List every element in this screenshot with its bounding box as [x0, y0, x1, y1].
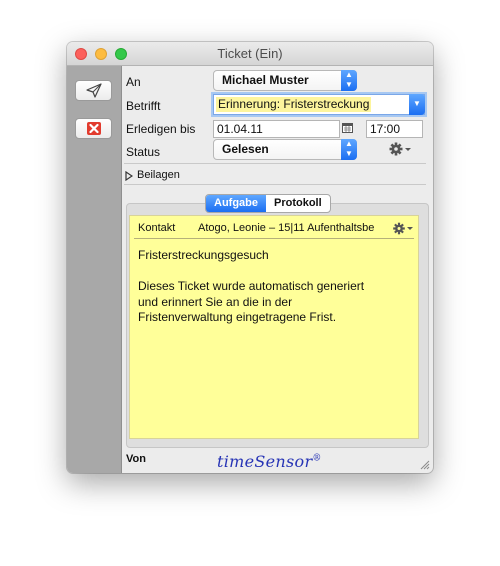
- tab-bar: Aufgabe Protokoll: [205, 194, 331, 213]
- time-field[interactable]: 17:00: [366, 120, 423, 138]
- betrifft-value[interactable]: Erinnerung: Fristerstreckung: [216, 97, 372, 112]
- betrifft-label: Betrifft: [126, 99, 161, 113]
- send-button[interactable]: [75, 80, 112, 101]
- paper-plane-icon: [86, 83, 102, 98]
- an-label: An: [126, 75, 141, 89]
- logo-text: timeSensor: [217, 452, 313, 471]
- beilagen-label[interactable]: Beilagen: [137, 169, 180, 181]
- logo-mark: ®: [312, 453, 322, 464]
- gear-icon: [389, 142, 411, 156]
- up-down-arrows-icon: ▲ ▼: [341, 139, 357, 160]
- status-label: Status: [126, 145, 161, 159]
- betrifft-combobox[interactable]: Erinnerung: Fristerstreckung ▼: [213, 94, 425, 115]
- disclosure-triangle-icon[interactable]: [125, 171, 133, 181]
- time-value: 17:00: [370, 122, 401, 136]
- timesensor-logo: timeSensor®: [217, 452, 322, 471]
- red-x-icon: [87, 122, 101, 135]
- kontakt-value[interactable]: Atogo, Leonie – 15|11 Aufenthaltsbe: [198, 222, 396, 234]
- date-value: 01.04.11: [217, 122, 263, 136]
- note-header: Kontakt Atogo, Leonie – 15|11 Aufenthalt…: [134, 220, 414, 239]
- calendar-icon[interactable]: [342, 123, 353, 133]
- action-menu-button[interactable]: [388, 141, 412, 157]
- title-bar[interactable]: Ticket (Ein): [67, 42, 433, 66]
- status-popup[interactable]: Gelesen ▲ ▼: [213, 139, 357, 160]
- an-popup[interactable]: Michael Muster ▲ ▼: [213, 70, 357, 91]
- tab-aufgabe[interactable]: Aufgabe: [206, 195, 266, 212]
- divider: [124, 184, 426, 185]
- divider: [124, 163, 426, 164]
- resize-grip-icon[interactable]: [418, 458, 430, 470]
- an-value: Michael Muster: [222, 73, 309, 87]
- gear-icon[interactable]: [392, 221, 414, 236]
- action-sidebar: [67, 66, 122, 473]
- date-field[interactable]: 01.04.11: [213, 120, 340, 138]
- chevron-down-icon[interactable]: ▼: [409, 94, 425, 115]
- ticket-window: Ticket (Ein) An Michael Muster ▲ ▼ Betrif…: [67, 42, 433, 473]
- kontakt-label: Kontakt: [138, 222, 176, 234]
- tab-protokoll[interactable]: Protokoll: [266, 195, 330, 212]
- delete-button[interactable]: [75, 118, 112, 139]
- task-note: Kontakt Atogo, Leonie – 15|11 Aufenthalt…: [129, 215, 419, 439]
- von-label: Von: [126, 453, 146, 465]
- note-body[interactable]: Fristerstreckungsgesuch Dieses Ticket wu…: [138, 248, 408, 326]
- window-title: Ticket (Ein): [217, 46, 283, 61]
- status-value: Gelesen: [222, 142, 269, 156]
- erledigen-label: Erledigen bis: [126, 122, 196, 136]
- up-down-arrows-icon: ▲ ▼: [341, 70, 357, 91]
